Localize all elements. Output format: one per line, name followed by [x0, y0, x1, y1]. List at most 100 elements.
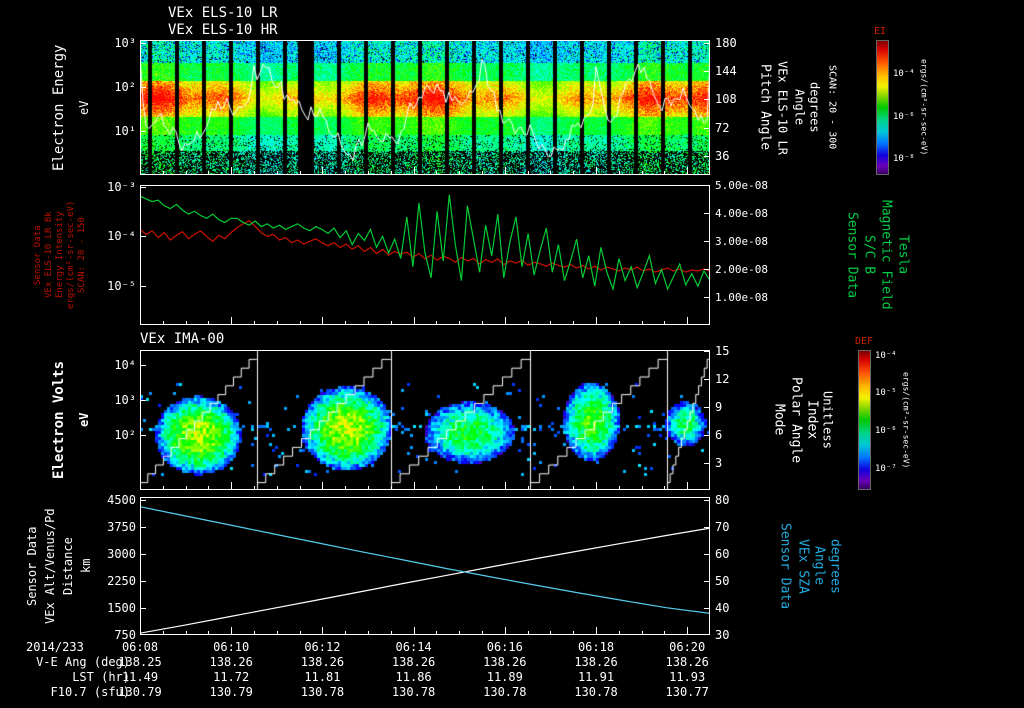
- els-right-label-scan: SCAN: 20 - 300: [826, 65, 838, 150]
- els-colorbar: 10⁻⁴ 10⁻⁶ 10⁻⁸: [876, 40, 915, 175]
- tick-mark: [704, 434, 710, 436]
- tick-mark: [664, 486, 665, 490]
- row-label-lst: LST (hr): [72, 670, 130, 684]
- tick-mark: [208, 486, 209, 490]
- ima-spectrogram-panel: 10⁴ 10³ 10² 15 12 9 6 3: [114, 345, 729, 490]
- tick-mark: [368, 486, 369, 490]
- tick-mark: [619, 631, 620, 635]
- bfield-left-label-scan: SCAN: 20 - 150: [77, 217, 87, 293]
- tick-mark: [414, 627, 415, 635]
- tick-mark: [322, 167, 323, 175]
- ima-colorbar: 10⁻⁴ 10⁻⁵ 10⁻⁶ 10⁻⁷: [858, 350, 897, 490]
- tick-mark: [664, 321, 665, 325]
- time-tick-label: 06:12: [304, 640, 341, 654]
- tick-mark: [277, 171, 278, 175]
- tick-mark: [596, 482, 597, 490]
- right-axis-tick-label: 3: [715, 455, 723, 470]
- tick-mark: [505, 167, 506, 175]
- bfield-right-label-tesla: Tesla: [895, 235, 911, 275]
- tick-mark: [391, 486, 392, 490]
- tick-mark: [528, 486, 529, 490]
- tick-mark: [709, 171, 710, 175]
- tick-mark: [709, 321, 710, 325]
- tick-mark: [231, 167, 232, 175]
- right-axis-tick-label: 50: [715, 574, 730, 589]
- y-axis-tick-label: 10⁻³: [107, 179, 136, 194]
- tick-mark: [642, 631, 643, 635]
- bfield-left-label-sensor-data: Sensor Data: [33, 225, 43, 285]
- time-tick-label: 06:08: [121, 640, 159, 654]
- tick-mark: [704, 581, 710, 583]
- tick-mark: [345, 631, 346, 635]
- eph-right-label-vex-sza: VEx SZA: [795, 538, 811, 594]
- tick-mark: [596, 317, 597, 325]
- bfield-left-label-units: ergs/(cm²-sr-sec-eV): [66, 200, 76, 310]
- tick-mark: [550, 631, 551, 635]
- right-axis-tick-label: 2.00e-08: [715, 263, 768, 276]
- els-right-label-degrees: degrees: [807, 82, 822, 133]
- table-value: 11.81: [304, 670, 341, 684]
- tick-mark: [140, 553, 146, 555]
- tick-mark: [482, 486, 483, 490]
- tick-mark: [186, 631, 187, 635]
- table-value: 138.25: [118, 655, 162, 669]
- right-axis-tick-label: 9: [715, 399, 723, 414]
- tick-mark: [254, 486, 255, 490]
- colorbar-tick-label: 10⁻⁷: [875, 464, 897, 474]
- right-axis-tick-label: 180: [715, 35, 737, 50]
- right-axis-tick-label: 3.00e-08: [715, 235, 768, 248]
- table-value: 138.26: [209, 655, 253, 669]
- y-axis-tick-label: 10²: [114, 427, 136, 442]
- eph-left-label-sensor-data: Sensor Data: [25, 526, 39, 606]
- tick-mark: [254, 171, 255, 175]
- tick-mark: [186, 321, 187, 325]
- tick-mark: [709, 631, 710, 635]
- els-ylabel: Electron Energy: [51, 44, 67, 171]
- els-right-label-angle: Angle: [792, 89, 807, 126]
- y-axis-tick-label: 10⁴: [114, 357, 136, 372]
- tick-mark: [140, 235, 146, 237]
- tick-mark: [436, 486, 437, 490]
- table-value: 130.78: [391, 685, 436, 699]
- tick-mark: [208, 321, 209, 325]
- table-value: 130.79: [118, 685, 162, 699]
- tick-mark: [300, 321, 301, 325]
- tick-mark: [345, 321, 346, 325]
- tick-mark: [704, 378, 710, 380]
- ephemeris-panel: 4500 3750 3000 2250 1500 750 80 70 60 50 40 30: [107, 494, 729, 642]
- tick-mark: [573, 631, 574, 635]
- y-axis-tick-label: 10²: [114, 80, 136, 95]
- table-value: 130.77: [665, 685, 709, 699]
- tick-mark: [140, 42, 146, 44]
- tick-mark: [231, 317, 232, 325]
- eph-left-label-distance: Distance: [61, 537, 75, 595]
- colorbar-tick-label: 10⁻⁴: [875, 350, 897, 361]
- tick-mark: [687, 167, 688, 175]
- tick-mark: [619, 486, 620, 490]
- tick-mark: [573, 486, 574, 490]
- ima-right-label-index: Index: [804, 400, 820, 440]
- colorbar-tick-label: 10⁻⁴: [893, 68, 915, 79]
- right-axis-tick-label: 80: [715, 493, 730, 508]
- time-tick-label: 06:14: [395, 640, 432, 654]
- ima-colorbar-units: ergs/(cm²-sr-sec-eV): [901, 371, 911, 469]
- tick-mark: [414, 482, 415, 490]
- y-axis-tick-label: 10¹: [114, 124, 136, 139]
- vex-orbit-plot: VEx ELS-10 LR VEx ELS-10 HR VEx IMA-00 1…: [0, 0, 1024, 708]
- tick-mark: [528, 321, 529, 325]
- right-axis-tick-label: 5.00e-08: [715, 179, 768, 192]
- y-axis-tick-label: 2250: [107, 574, 136, 589]
- table-value: 130.79: [209, 685, 253, 699]
- tick-mark: [573, 171, 574, 175]
- table-value: 130.78: [483, 685, 527, 699]
- ima-ylabel-units: eV: [77, 412, 91, 428]
- ima-colorbar-title: DEF: [855, 336, 874, 347]
- tick-mark: [140, 434, 146, 436]
- tick-mark: [619, 321, 620, 325]
- tick-mark: [642, 486, 643, 490]
- tick-mark: [459, 631, 460, 635]
- table-value: 11.93: [669, 670, 706, 684]
- tick-mark: [322, 317, 323, 325]
- y-axis-tick-label: 10⁻⁵: [107, 278, 136, 293]
- tick-mark: [459, 486, 460, 490]
